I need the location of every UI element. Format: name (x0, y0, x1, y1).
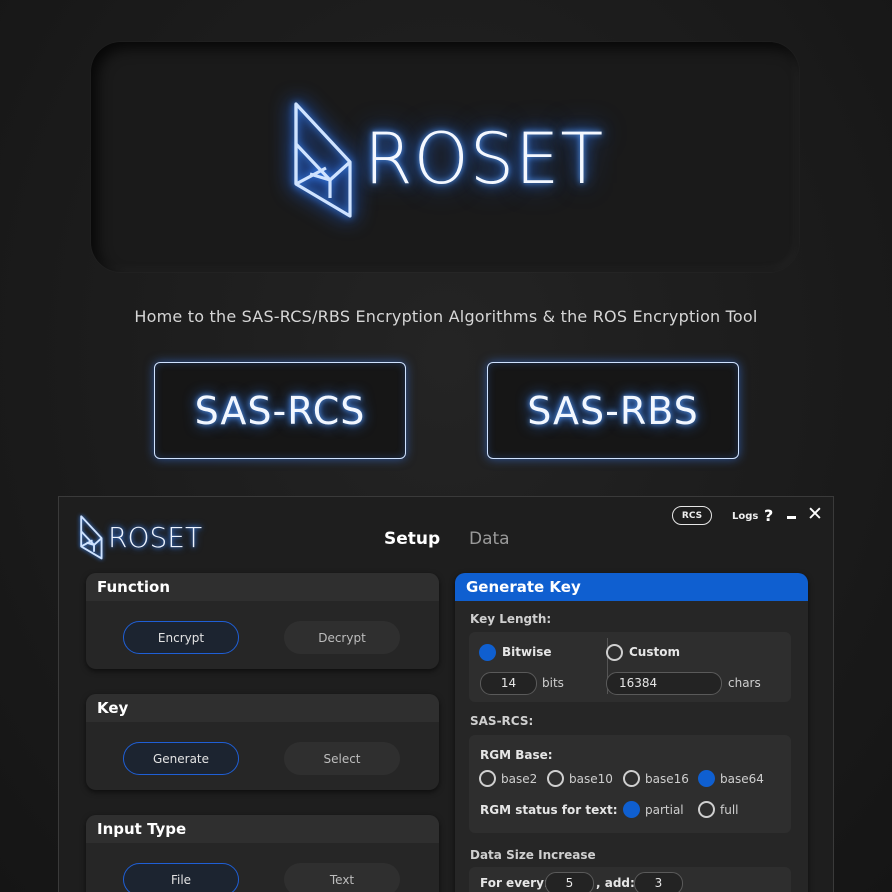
bits-unit: bits (542, 676, 564, 690)
roset-logo-icon (294, 102, 352, 218)
full-label: full (720, 803, 739, 817)
bitwise-label: Bitwise (502, 645, 552, 659)
base16-radio[interactable] (623, 770, 640, 787)
for-every-input[interactable]: 5 (545, 872, 594, 892)
chars-input[interactable]: 16384 (606, 672, 722, 695)
select-button[interactable]: Select (284, 742, 400, 775)
close-icon[interactable]: ✕ (807, 505, 823, 524)
base16-label: base16 (645, 772, 689, 786)
add-input[interactable]: 3 (634, 872, 683, 892)
decrypt-button[interactable]: Decrypt (284, 621, 400, 654)
app-logo: ROSET (78, 514, 202, 560)
sas-rbs-button[interactable]: SAS-RBS (487, 362, 739, 459)
encrypt-button[interactable]: Encrypt (123, 621, 239, 654)
base10-label: base10 (569, 772, 613, 786)
panel-title: Key (86, 694, 439, 722)
text-button[interactable]: Text (284, 863, 400, 892)
roset-logo-icon (80, 515, 103, 560)
partial-radio[interactable] (623, 801, 640, 818)
base2-label: base2 (501, 772, 538, 786)
bits-input[interactable]: 14 (480, 672, 537, 695)
app-window: ROSET Setup Data RCS Logs ? ✕ Function E… (58, 496, 834, 892)
chars-unit: chars (728, 676, 761, 690)
minimize-icon[interactable] (787, 516, 796, 519)
base64-radio[interactable] (698, 770, 715, 787)
input-type-panel: Input Type File Text (86, 815, 439, 892)
key-length-label: Key Length: (470, 612, 552, 626)
tab-setup[interactable]: Setup (384, 529, 440, 549)
full-radio[interactable] (698, 801, 715, 818)
logs-button[interactable]: Logs (732, 511, 758, 522)
custom-radio[interactable] (606, 644, 623, 661)
panel-title: Input Type (86, 815, 439, 843)
generate-button[interactable]: Generate (123, 742, 239, 775)
base2-radio[interactable] (479, 770, 496, 787)
tab-data[interactable]: Data (469, 529, 510, 549)
app-wordmark: ROSET (108, 520, 203, 554)
rgm-base-label: RGM Base: (480, 748, 553, 762)
rgm-status-label: RGM status for text: (480, 803, 618, 817)
base10-radio[interactable] (547, 770, 564, 787)
for-every-label: For every: (480, 876, 549, 890)
function-panel: Function Encrypt Decrypt (86, 573, 439, 669)
add-label: , add: (596, 876, 635, 890)
data-size-label: Data Size Increase (470, 848, 596, 862)
hero-wordmark: ROSET (364, 118, 605, 200)
sas-rcs-label: SAS-RCS: (470, 714, 534, 728)
base64-label: base64 (720, 772, 764, 786)
file-button[interactable]: File (123, 863, 239, 892)
generate-key-panel: Generate Key Key Length: Bitwise 14 bits… (455, 573, 808, 892)
key-panel: Key Generate Select (86, 694, 439, 790)
help-icon[interactable]: ? (764, 506, 773, 525)
sas-rcs-button[interactable]: SAS-RCS (154, 362, 406, 459)
panel-title: Generate Key (455, 573, 808, 601)
custom-label: Custom (629, 645, 680, 659)
sas-rcs-box: RGM Base: base2 base10 base16 base64 RGM… (469, 735, 791, 833)
hero-logo: ROSET (290, 96, 610, 222)
partial-label: partial (645, 803, 684, 817)
data-size-box: For every: 5 , add: 3 (469, 867, 791, 892)
tagline: Home to the SAS-RCS/RBS Encryption Algor… (134, 307, 758, 326)
panel-title: Function (86, 573, 439, 601)
key-length-box: Bitwise 14 bits Custom 16384 chars (469, 632, 791, 702)
bitwise-radio[interactable] (479, 644, 496, 661)
algorithm-badge[interactable]: RCS (672, 506, 712, 525)
